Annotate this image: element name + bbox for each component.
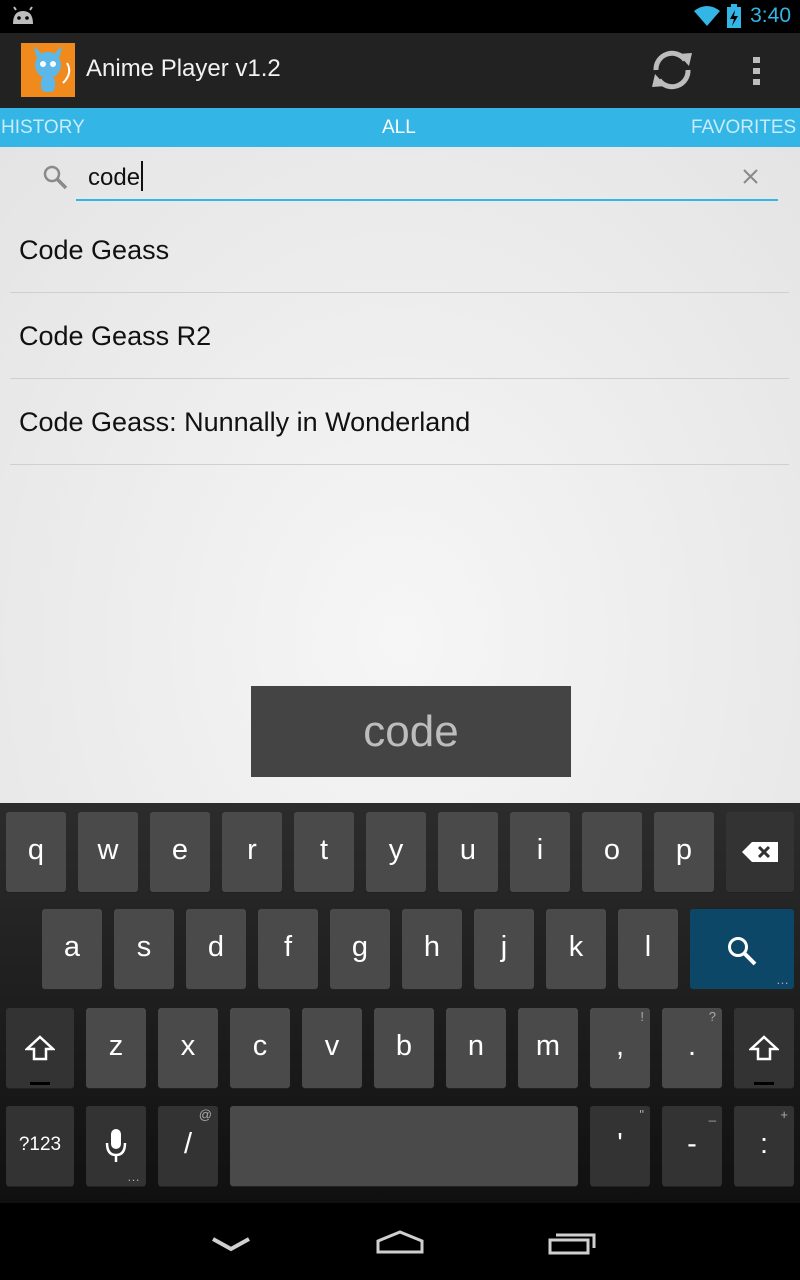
status-bar: 3:40 — [0, 0, 800, 33]
key-x[interactable]: x — [158, 1008, 218, 1088]
tab-all[interactable]: ALL — [382, 117, 416, 139]
recent-apps-icon[interactable] — [547, 1229, 597, 1255]
key-i[interactable]: i — [510, 812, 570, 892]
backspace-key[interactable] — [726, 812, 794, 892]
key-dash[interactable]: - _ — [662, 1106, 722, 1186]
key-w[interactable]: w — [78, 812, 138, 892]
key-d[interactable]: d — [186, 909, 246, 989]
key-m[interactable]: m — [518, 1008, 578, 1088]
content-area: code Code Geass Code Geass R2 Code Geass… — [0, 147, 800, 803]
battery-charging-icon — [727, 4, 741, 28]
key-k[interactable]: k — [546, 909, 606, 989]
key-f[interactable]: f — [258, 909, 318, 989]
key-h[interactable]: h — [402, 909, 462, 989]
app-title: Anime Player v1.2 — [86, 55, 281, 82]
key-a[interactable]: a — [42, 909, 102, 989]
key-apostrophe[interactable]: ' " — [590, 1106, 650, 1186]
tab-history[interactable]: HISTORY — [1, 117, 85, 139]
key-period[interactable]: .? — [662, 1008, 722, 1088]
toast-text: code — [363, 707, 459, 756]
home-icon[interactable] — [375, 1229, 425, 1255]
key-q[interactable]: q — [6, 812, 66, 892]
key-t[interactable]: t — [294, 812, 354, 892]
search-underline — [76, 199, 778, 201]
wifi-icon — [694, 6, 720, 26]
android-notification-icon — [13, 6, 33, 24]
key-slash[interactable]: / @ — [158, 1106, 218, 1186]
shift-icon — [25, 1035, 55, 1061]
key-c[interactable]: c — [230, 1008, 290, 1088]
shift-key-right[interactable] — [734, 1008, 794, 1088]
key-comma[interactable]: ,! — [590, 1008, 650, 1088]
clear-icon[interactable] — [742, 168, 759, 185]
voice-input-key[interactable]: … — [86, 1106, 146, 1186]
key-u[interactable]: u — [438, 812, 498, 892]
divider — [10, 292, 789, 293]
key-l[interactable]: l — [618, 909, 678, 989]
search-input[interactable]: code — [88, 161, 144, 192]
key-z[interactable]: z — [86, 1008, 146, 1088]
divider — [10, 378, 789, 379]
key-b[interactable]: b — [374, 1008, 434, 1088]
search-icon — [43, 165, 68, 190]
shift-key-left[interactable] — [6, 1008, 74, 1088]
key-v[interactable]: v — [302, 1008, 362, 1088]
result-item[interactable]: Code Geass R2 — [19, 321, 211, 352]
backspace-icon — [742, 842, 778, 862]
tab-bar: HISTORY ALL FAVORITES — [0, 108, 800, 147]
key-o[interactable]: o — [582, 812, 642, 892]
key-g[interactable]: g — [330, 909, 390, 989]
key-colon[interactable]: : + — [734, 1106, 794, 1186]
microphone-icon — [105, 1129, 127, 1162]
tab-favorites[interactable]: FAVORITES — [691, 117, 796, 139]
key-p[interactable]: p — [654, 812, 714, 892]
space-key[interactable] — [230, 1106, 578, 1186]
result-item[interactable]: Code Geass — [19, 235, 169, 266]
result-item[interactable]: Code Geass: Nunnally in Wonderland — [19, 407, 470, 438]
action-bar: Anime Player v1.2 — [0, 33, 800, 108]
anime-app-icon[interactable] — [21, 43, 75, 97]
key-j[interactable]: j — [474, 909, 534, 989]
key-e[interactable]: e — [150, 812, 210, 892]
search-toast: code — [251, 686, 571, 777]
refresh-icon[interactable] — [647, 45, 697, 95]
key-s[interactable]: s — [114, 909, 174, 989]
search-action-key[interactable]: … — [690, 909, 794, 989]
status-time: 3:40 — [750, 4, 791, 27]
key-n[interactable]: n — [446, 1008, 506, 1088]
back-icon[interactable] — [210, 1235, 252, 1253]
key-r[interactable]: r — [222, 812, 282, 892]
divider — [10, 464, 789, 465]
search-icon — [728, 937, 757, 966]
overflow-menu-icon[interactable] — [750, 55, 764, 87]
shift-icon — [749, 1035, 779, 1061]
navigation-bar — [0, 1203, 800, 1280]
symbols-key[interactable]: ?123 — [6, 1106, 74, 1186]
soft-keyboard: q w e r t y u i o p a s d f g h j k l … … — [0, 803, 800, 1203]
key-y[interactable]: y — [366, 812, 426, 892]
